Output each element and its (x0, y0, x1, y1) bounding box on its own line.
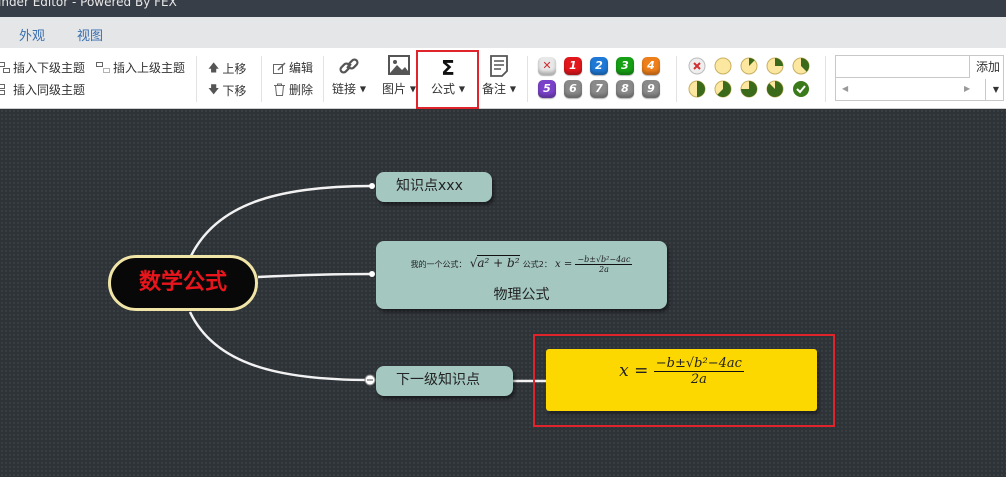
formula-mid: 公式2： (522, 260, 552, 269)
sqrt-expression: √a² + b² (469, 255, 520, 270)
mindmap-connectors (188, 183, 546, 386)
topic-knowledge-point[interactable]: 知识点xxx (376, 172, 492, 202)
mini-formula: x = −b±√b²−4ac 2a (555, 255, 633, 274)
formula-prefix: 我的一个公式： (410, 260, 467, 269)
formula-line: 我的一个公式： √a² + b² 公式2： x = −b±√b²−4ac 2a (376, 255, 667, 274)
topic-physics-formula[interactable]: 我的一个公式： √a² + b² 公式2： x = −b±√b²−4ac 2a 物… (376, 241, 667, 309)
topic-physics-label: 物理公式 (493, 287, 550, 303)
topic-sub-knowledge-point[interactable]: 下一级知识点 (376, 366, 513, 396)
formula-topic-highlight (533, 334, 835, 427)
root-topic[interactable]: 数学公式 (108, 255, 258, 311)
